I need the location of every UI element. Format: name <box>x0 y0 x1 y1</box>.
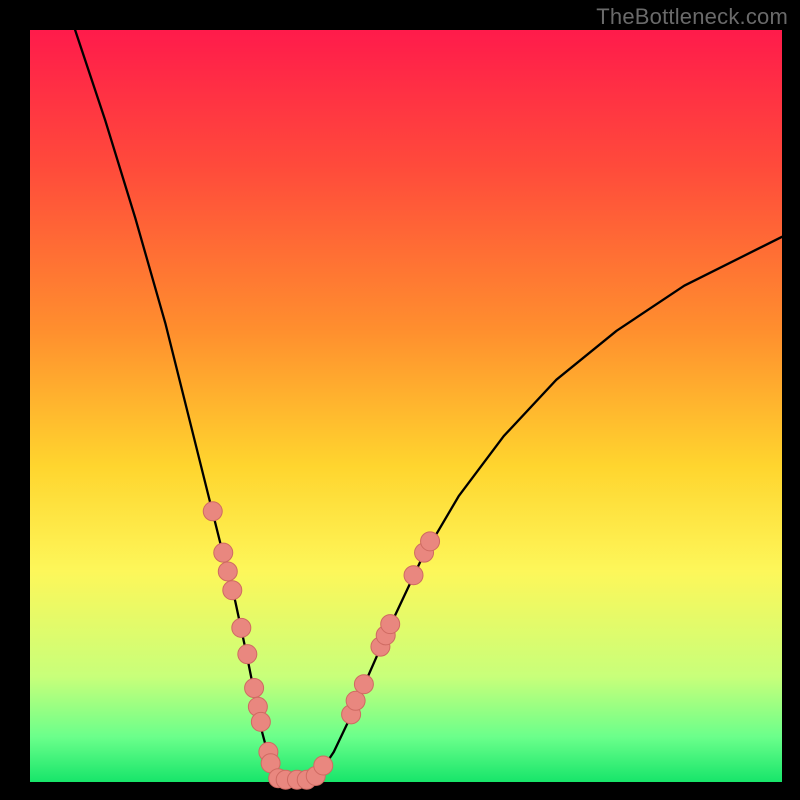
marker-point <box>218 562 237 581</box>
marker-point <box>251 712 270 731</box>
marker-point <box>232 618 251 637</box>
watermark-text: TheBottleneck.com <box>596 4 788 30</box>
marker-point <box>203 502 222 521</box>
marker-point <box>223 581 242 600</box>
marker-point <box>238 645 257 664</box>
marker-point <box>314 756 333 775</box>
marker-point <box>245 679 264 698</box>
marker-point <box>354 675 373 694</box>
plot-svg <box>0 0 800 800</box>
marker-point <box>346 691 365 710</box>
marker-point <box>404 566 423 585</box>
chart-stage: TheBottleneck.com <box>0 0 800 800</box>
marker-point <box>421 532 440 551</box>
marker-point <box>381 615 400 634</box>
plot-background <box>30 30 782 782</box>
marker-point <box>214 543 233 562</box>
